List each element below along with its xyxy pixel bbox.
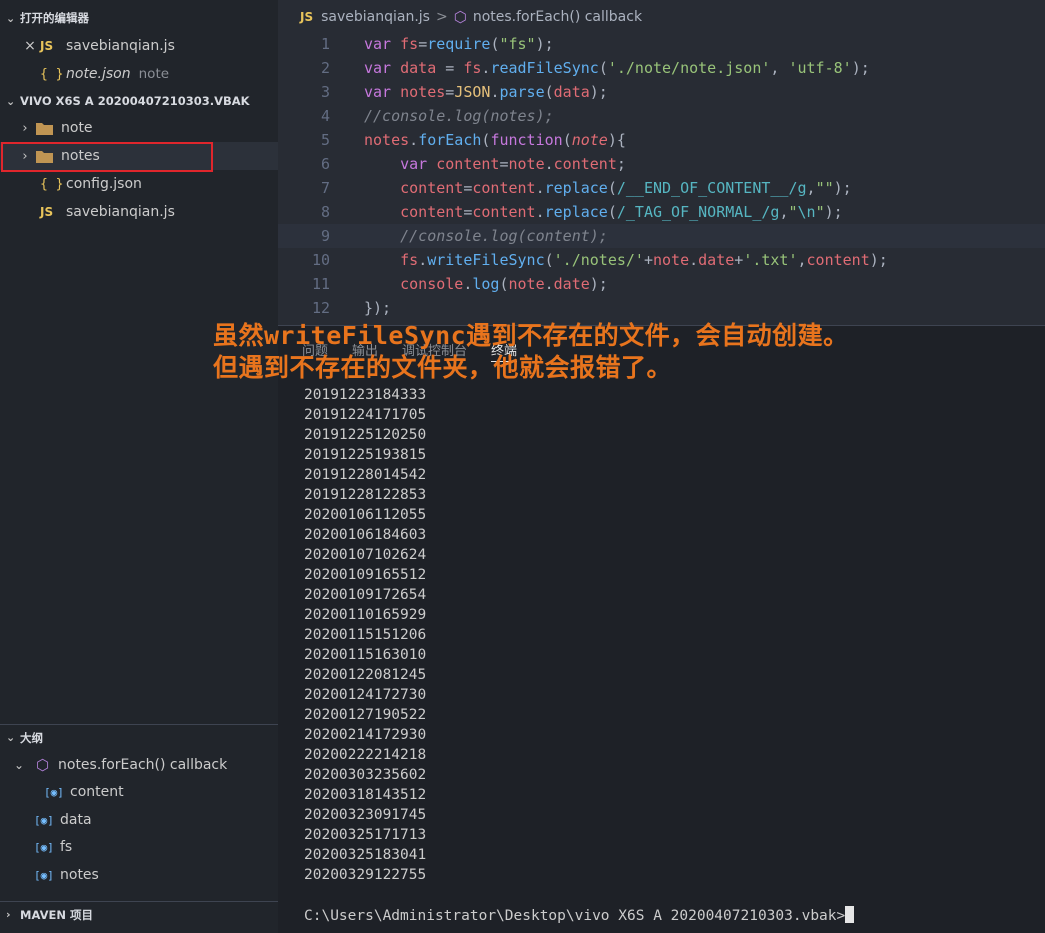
code-line-current: 9 //console.log(content); (278, 224, 1045, 248)
breadcrumb-symbol[interactable]: notes.forEach() callback (473, 9, 642, 25)
terminal-line: 20200106184603 (304, 527, 427, 543)
terminal-line: 20200318143512 (304, 787, 427, 803)
code-line: 1 var fs=require("fs"); (320, 35, 554, 53)
terminal-line: 20200115151206 (304, 627, 427, 643)
method-cube-icon: ⬡ (453, 8, 467, 26)
outline-label: notes (60, 867, 99, 883)
code-line: 2 var data = fs.readFileSync('./note/note… (320, 59, 870, 77)
breadcrumb-separator: > (435, 9, 448, 25)
variable-symbol-icon: [◉] (34, 840, 54, 854)
code-line: 7 content=content.replace(/__END_OF_CONT… (320, 179, 852, 197)
method-cube-icon: ⬡ (36, 756, 50, 774)
code-line: 6 var content=note.content; (320, 155, 626, 173)
code-editor[interactable]: JS savebianqian.js > ⬡ notes.forEach() c… (278, 0, 1045, 325)
terminal-prompt[interactable]: C:\Users\Administrator\Desktop\vivo X6S … (304, 906, 855, 924)
terminal-line: 20200124172730 (304, 687, 427, 703)
outline-label: data (60, 812, 92, 828)
terminal-line: 20200222214218 (304, 747, 427, 763)
terminal-line: 20191228014542 (304, 467, 427, 483)
tree-item-label: note (61, 120, 93, 136)
outline-item-content[interactable]: [◉] content (0, 778, 278, 806)
variable-symbol-icon: [◉] (34, 868, 54, 882)
terminal-line: 20191225193815 (304, 447, 427, 463)
code-line: 10 fs.writeFileSync('./notes/'+note.date… (311, 251, 888, 269)
terminal-line: 20200325171713 (304, 827, 427, 843)
sidebar: ⌄ 打开的编辑器 × JS savebianqian.js { } note.j… (0, 0, 278, 933)
breadcrumb-file[interactable]: savebianqian.js (321, 9, 430, 25)
json-file-icon: { } (40, 66, 64, 82)
terminal-line: 20200107102624 (304, 547, 427, 563)
open-editor-savebianqian[interactable]: × JS savebianqian.js (0, 32, 278, 60)
outline-item-notes[interactable]: [◉] notes (0, 861, 278, 889)
terminal-line: 20191225120250 (304, 427, 427, 443)
terminal-cursor (845, 906, 855, 923)
open-editor-detail: note (138, 66, 170, 82)
open-editor-label: note.json (66, 66, 131, 82)
terminal-line: 20200329122755 (304, 867, 427, 883)
outline-item-data[interactable]: [◉] data (0, 806, 278, 834)
terminal-line: 20200122081245 (304, 667, 427, 683)
outline-item-callback[interactable]: ⌄ ⬡ notes.forEach() callback (0, 751, 278, 779)
terminal-line: 20200106112055 (304, 507, 427, 523)
chevron-down-icon: ⌄ (6, 94, 16, 108)
terminal-line: 20191223184333 (304, 387, 427, 403)
terminal-line: 20200109165512 (304, 567, 427, 583)
chevron-down-icon: ⌄ (14, 758, 25, 772)
terminal-line: 20200115163010 (304, 647, 427, 663)
annotation-line-2: 但遇到不存在的文件夹，他就会报错了。 (213, 353, 673, 382)
code-line: 4//console.log(notes); (320, 107, 554, 125)
red-highlight-box (1, 142, 213, 172)
open-editor-note-json[interactable]: { } note.json note (0, 60, 278, 88)
tree-item-savebianqian-js[interactable]: JS savebianqian.js (0, 198, 278, 226)
chevron-down-icon: ⌄ (6, 731, 16, 744)
variable-symbol-icon: [◉] (44, 785, 64, 799)
terminal-line: 20200127190522 (304, 707, 427, 723)
annotation-line-1: 虽然writeFileSync遇到不存在的文件，会自动创建。 (213, 321, 849, 350)
close-icon[interactable]: × (20, 38, 40, 54)
outline-label: fs (60, 839, 73, 855)
js-file-icon: JS (40, 39, 54, 53)
variable-symbol-icon: [◉] (34, 813, 54, 827)
js-file-icon: JS (300, 10, 314, 24)
code-line: 11 console.log(note.date); (311, 275, 608, 293)
tree-item-config-json[interactable]: { } config.json (0, 170, 278, 198)
tree-item-label: savebianqian.js (66, 204, 175, 220)
terminal-line: 20200323091745 (304, 807, 427, 823)
chevron-right-icon: › (22, 120, 28, 136)
tree-item-note-folder[interactable]: › note (0, 114, 278, 142)
code-line: 3 var notes=JSON.parse(data); (320, 83, 608, 101)
chevron-right-icon: › (6, 908, 11, 921)
bottom-panel: 问题 输出 调试控制台 终端 20191223184333 20191224171… (278, 325, 1045, 933)
json-file-icon: { } (40, 176, 64, 192)
project-header[interactable]: ⌄ VIVO X6S A 20200407210303.VBAK (0, 88, 278, 114)
outline-label: content (70, 784, 124, 800)
chevron-down-icon: ⌄ (6, 11, 16, 25)
breadcrumb: JS savebianqian.js > ⬡ notes.forEach() c… (278, 0, 1045, 34)
terminal-line: 20200303235602 (304, 767, 427, 783)
open-editors-header[interactable]: ⌄ 打开的编辑器 (0, 5, 278, 31)
tree-item-label: config.json (66, 176, 142, 192)
terminal-line: 20200109172654 (304, 587, 427, 603)
terminal-line: 20200214172930 (304, 727, 427, 743)
folder-icon (36, 122, 53, 135)
js-file-icon: JS (40, 205, 54, 219)
terminal-line: 20200325183041 (304, 847, 427, 863)
maven-header[interactable]: › MAVEN 项目 (0, 901, 278, 927)
code-line: 8 content=content.replace(/_TAG_OF_NORMA… (320, 203, 843, 221)
outline-label: notes.forEach() callback (58, 757, 228, 773)
terminal-line: 20191224171705 (304, 407, 427, 423)
code-line: 5 notes.forEach(function(note){ (320, 131, 626, 149)
terminal-line: 20200110165929 (304, 607, 427, 623)
open-editor-label: savebianqian.js (66, 38, 175, 54)
outline-item-fs[interactable]: [◉] fs (0, 833, 278, 861)
terminal-line: 20191228122853 (304, 487, 427, 503)
outline-header[interactable]: ⌄ 大纲 (0, 724, 278, 750)
